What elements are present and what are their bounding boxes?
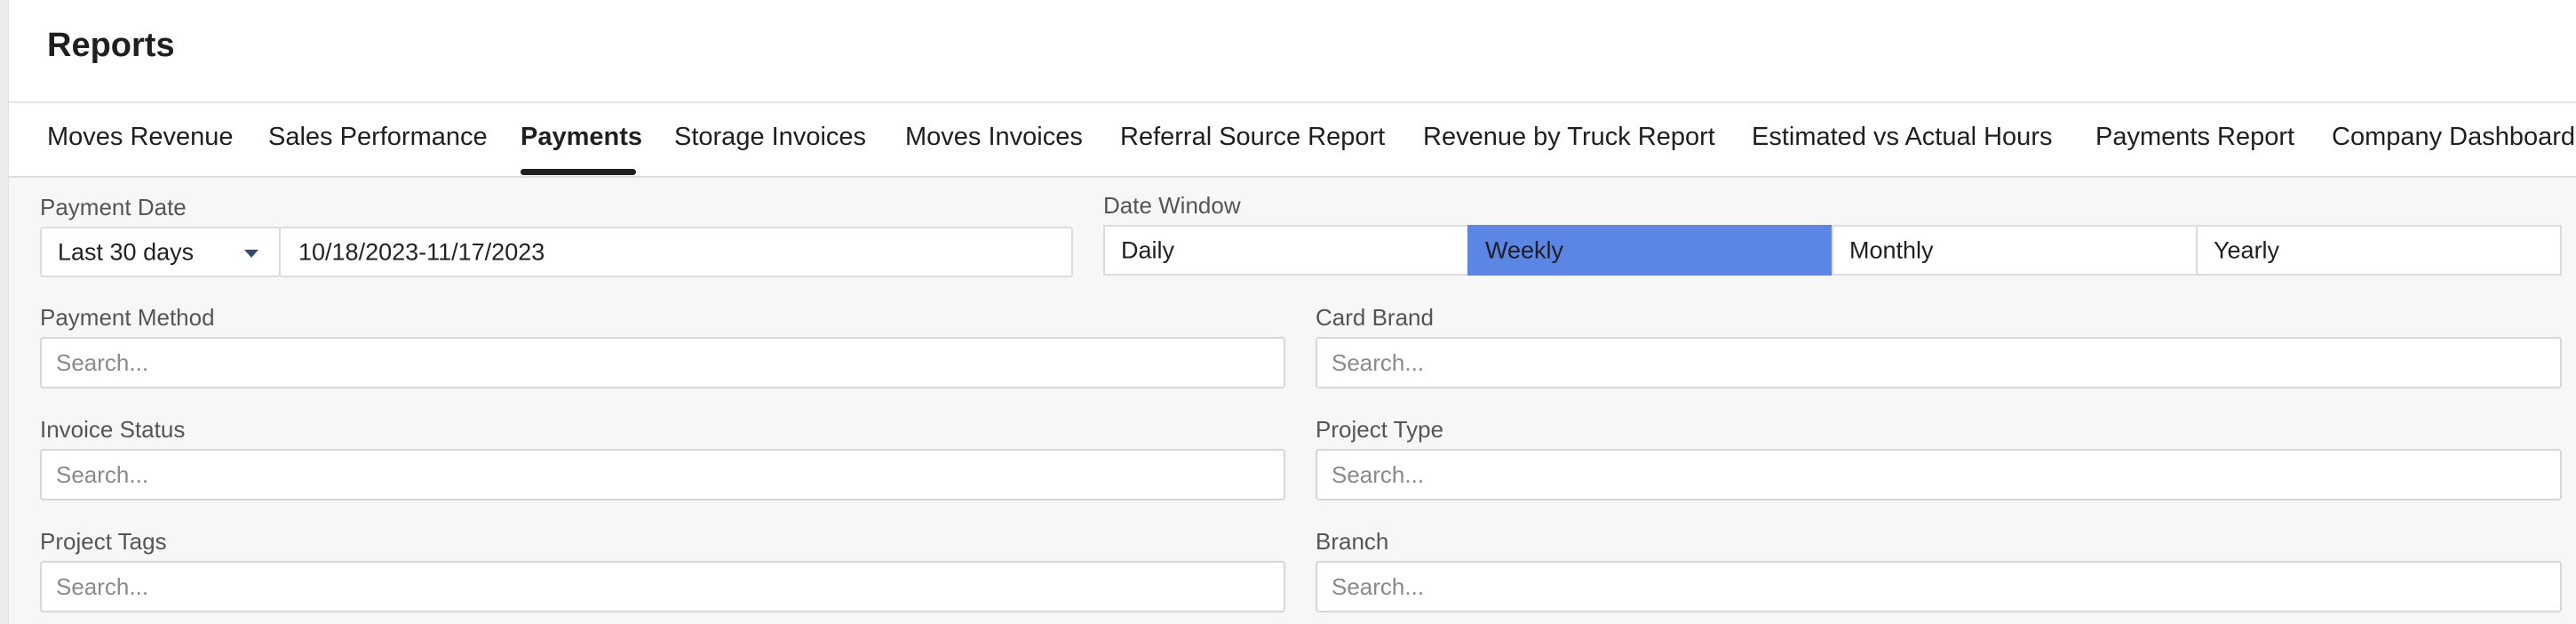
payment-date-label: Payment Date xyxy=(40,194,187,220)
payment-date-range-input[interactable]: 10/18/2023-11/17/2023 xyxy=(279,227,1073,277)
payment-method-label: Payment Method xyxy=(40,304,215,331)
tab-sales-performance[interactable]: Sales Performance xyxy=(268,123,488,152)
date-window-weekly[interactable]: Weekly xyxy=(1467,225,1833,276)
tab-moves-invoices[interactable]: Moves Invoices xyxy=(905,123,1083,152)
date-window-daily-label: Daily xyxy=(1121,236,1175,263)
date-window-weekly-label: Weekly xyxy=(1485,236,1564,263)
date-window-monthly[interactable]: Monthly xyxy=(1832,225,2198,276)
page-header: Reports xyxy=(9,0,2576,103)
report-tabs: Moves Revenue Sales Performance Payments… xyxy=(9,103,2576,178)
invoice-status-search-input[interactable] xyxy=(40,449,1285,500)
active-tab-indicator xyxy=(521,169,636,175)
left-sidebar-edge xyxy=(0,0,9,624)
tab-storage-invoices[interactable]: Storage Invoices xyxy=(674,123,866,152)
date-window-monthly-label: Monthly xyxy=(1849,236,1934,263)
caret-down-icon xyxy=(244,249,258,258)
tab-estimated-vs-actual-hours[interactable]: Estimated vs Actual Hours xyxy=(1752,123,2052,152)
tab-referral-source-report[interactable]: Referral Source Report xyxy=(1120,123,1385,152)
date-range-select-value: Last 30 days xyxy=(58,238,195,265)
branch-search-input[interactable] xyxy=(1316,561,2562,612)
project-tags-label: Project Tags xyxy=(40,528,167,555)
tab-payments[interactable]: Payments xyxy=(521,123,642,152)
date-window-daily[interactable]: Daily xyxy=(1103,225,1469,276)
payment-method-search-input[interactable] xyxy=(40,337,1285,388)
date-range-select[interactable]: Last 30 days xyxy=(40,227,281,277)
card-brand-search-input[interactable] xyxy=(1316,337,2562,388)
invoice-status-label: Invoice Status xyxy=(40,416,186,443)
date-window-yearly[interactable]: Yearly xyxy=(2196,225,2562,276)
project-type-label: Project Type xyxy=(1316,416,1444,443)
tab-payments-report[interactable]: Payments Report xyxy=(2095,123,2294,152)
tab-moves-revenue[interactable]: Moves Revenue xyxy=(47,123,234,152)
payment-date-range-value: 10/18/2023-11/17/2023 xyxy=(298,238,545,265)
tab-revenue-by-truck-report[interactable]: Revenue by Truck Report xyxy=(1423,123,1715,152)
date-window-label: Date Window xyxy=(1103,192,1241,219)
date-window-yearly-label: Yearly xyxy=(2214,236,2280,263)
branch-label: Branch xyxy=(1316,528,1389,555)
project-tags-search-input[interactable] xyxy=(40,561,1285,612)
page-title: Reports xyxy=(47,27,175,64)
tab-company-dashboard[interactable]: Company Dashboard xyxy=(2332,123,2575,152)
reports-page: Reports Moves Revenue Sales Performance … xyxy=(0,0,2576,624)
card-brand-label: Card Brand xyxy=(1316,304,1434,331)
project-type-search-input[interactable] xyxy=(1316,449,2562,500)
